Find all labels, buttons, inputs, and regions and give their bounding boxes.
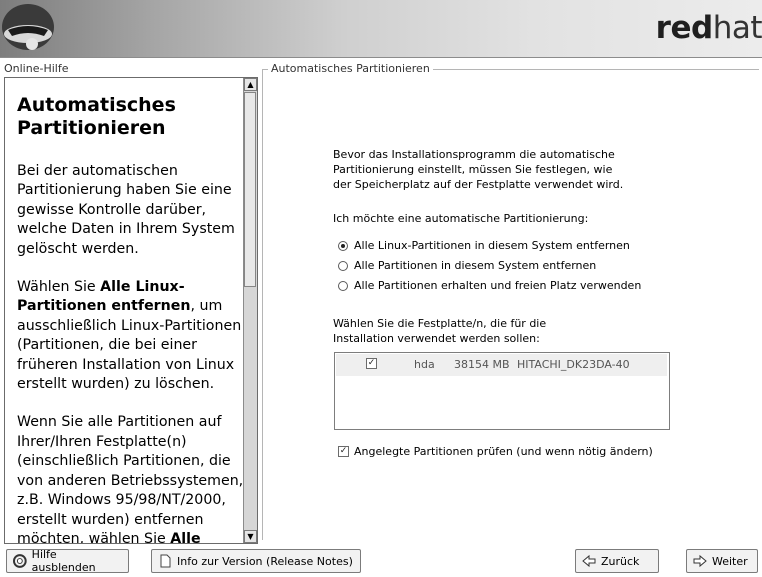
scroll-down-arrow-icon[interactable]: ▼ xyxy=(244,530,257,543)
next-label: Weiter xyxy=(712,554,748,568)
para3-pre: Wenn Sie alle Partitionen auf Ihrer/Ihre… xyxy=(17,414,244,543)
radio-remove-linux[interactable]: Alle Linux-Partitionen in diesem System … xyxy=(338,239,630,252)
radio-label[interactable]: Alle Partitionen in diesem System entfer… xyxy=(354,259,596,272)
intro-line-3: der Speicherplatz auf der Festplatte ver… xyxy=(333,178,624,191)
brand-bold: red xyxy=(655,10,714,46)
intro-text: Bevor das Installationsprogramm die auto… xyxy=(333,147,623,192)
next-button[interactable]: Weiter xyxy=(686,549,758,573)
drive-selection-label: Wählen Sie die Festplatte/n, die für die… xyxy=(333,316,546,346)
arrow-left-icon xyxy=(582,554,596,568)
para3-bold: Alle xyxy=(170,530,201,543)
help-panel-label: Online-Hilfe xyxy=(4,62,69,75)
release-notes-button[interactable]: Info zur Version (Release Notes) xyxy=(151,549,361,573)
help-paragraph-2: Wählen Sie Alle Linux-Partitionen entfer… xyxy=(17,278,245,394)
help-heading-line1: Automatisches xyxy=(17,94,176,116)
back-label: Zurück xyxy=(601,554,640,568)
radio-button-selected[interactable] xyxy=(338,240,348,251)
help-heading: Automatisches Partitionieren xyxy=(17,94,245,140)
para2-pre: Wählen Sie xyxy=(17,279,101,296)
brand-light: hat xyxy=(712,10,762,46)
review-checkbox[interactable]: ✓ xyxy=(338,446,349,457)
radio-button[interactable] xyxy=(338,260,348,271)
header-banner: redhat xyxy=(0,0,762,58)
help-paragraph-3: Wenn Sie alle Partitionen auf Ihrer/Ihre… xyxy=(17,413,245,543)
redhat-shadowman-logo xyxy=(2,4,54,50)
intro-line-1: Bevor das Installationsprogramm die auto… xyxy=(333,148,615,161)
partition-question: Ich möchte eine automatische Partitionie… xyxy=(333,212,589,225)
radio-label[interactable]: Alle Partitionen erhalten und freien Pla… xyxy=(354,279,641,292)
arrow-right-icon xyxy=(693,554,707,568)
help-content: Automatisches Partitionieren Bei der aut… xyxy=(5,78,245,543)
help-panel: Automatisches Partitionieren Bei der aut… xyxy=(4,77,258,544)
drive-list[interactable]: ✓ hda 38154 MB HITACHI_DK23DA-40 xyxy=(334,352,670,430)
release-notes-label: Info zur Version (Release Notes) xyxy=(177,554,353,568)
radio-keep-all[interactable]: Alle Partitionen erhalten und freien Pla… xyxy=(338,279,641,292)
hide-help-button[interactable]: Hilfe ausblenden xyxy=(6,548,129,574)
document-icon xyxy=(160,554,171,568)
frame-label: Automatisches Partitionieren xyxy=(268,62,433,75)
lifebuoy-icon xyxy=(13,554,27,568)
hide-help-label: Hilfe ausblenden xyxy=(31,548,96,574)
redhat-wordmark: redhat xyxy=(656,10,762,46)
review-partitions-option[interactable]: ✓ Angelegte Partitionen prüfen (und wenn… xyxy=(338,445,653,458)
radio-label[interactable]: Alle Linux-Partitionen in diesem System … xyxy=(354,239,630,252)
partition-frame xyxy=(262,69,759,540)
drive-model: HITACHI_DK23DA-40 xyxy=(517,358,630,371)
help-scrollbar[interactable]: ▲ ▼ xyxy=(243,78,257,543)
drive-label-line-2: Installation verwendet werden sollen: xyxy=(333,332,540,345)
help-heading-line2: Partitionieren xyxy=(17,117,166,139)
radio-button[interactable] xyxy=(338,280,348,291)
back-button[interactable]: Zurück xyxy=(575,549,659,573)
help-paragraph-1: Bei der automatischen Partitionierung ha… xyxy=(17,163,235,257)
drive-name: hda xyxy=(414,358,435,371)
radio-remove-all[interactable]: Alle Partitionen in diesem System entfer… xyxy=(338,259,596,272)
drive-checkbox[interactable]: ✓ xyxy=(366,358,377,369)
scrollbar-thumb[interactable] xyxy=(244,92,256,287)
drive-size: 38154 MB xyxy=(454,358,510,371)
drive-label-line-1: Wählen Sie die Festplatte/n, die für die xyxy=(333,317,547,330)
scroll-up-arrow-icon[interactable]: ▲ xyxy=(244,78,257,91)
review-checkbox-label[interactable]: Angelegte Partitionen prüfen (und wenn n… xyxy=(354,445,653,458)
intro-line-2: Partitionierung einstellt, müssen Sie fe… xyxy=(333,163,613,176)
drive-row[interactable]: ✓ hda 38154 MB HITACHI_DK23DA-40 xyxy=(336,354,667,376)
